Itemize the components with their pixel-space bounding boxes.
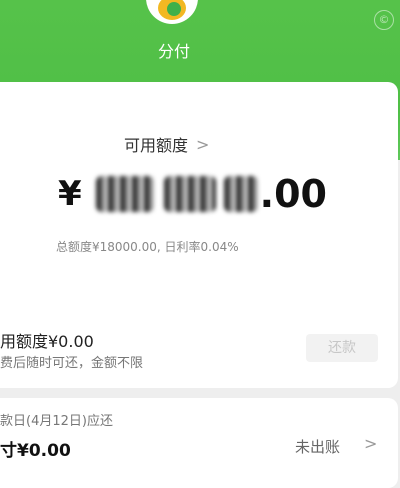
bill-status[interactable]: 未出账: [295, 436, 340, 457]
available-credit-link[interactable]: 可用额度 >: [124, 132, 209, 156]
blurred-digits: [95, 176, 154, 212]
chevron-right-icon: >: [364, 434, 378, 453]
due-date-label: 款日(4月12日)应还: [0, 414, 113, 429]
used-credit-label: 用额度¥0.00: [0, 332, 94, 351]
used-credit-hint: 费后随时可还，金额不限: [0, 356, 144, 371]
total-credit-line: 总额度¥18000.00, 日利率0.04%: [56, 240, 239, 254]
currency-symbol: ¥: [58, 174, 82, 214]
available-amount: ¥ .00: [58, 164, 327, 224]
blurred-digits: [223, 176, 258, 212]
blurred-digits: [163, 176, 216, 212]
repay-button[interactable]: 还款: [306, 334, 378, 362]
chevron-right-icon: >: [196, 134, 210, 154]
due-amount: 寸¥0.00: [0, 441, 71, 461]
amount-decimals: .00: [259, 172, 327, 216]
logo-mark: [158, 0, 186, 20]
watermark-icon: ©: [374, 10, 394, 30]
available-credit-label: 可用额度: [124, 136, 189, 155]
app-name: 分付: [157, 42, 190, 61]
